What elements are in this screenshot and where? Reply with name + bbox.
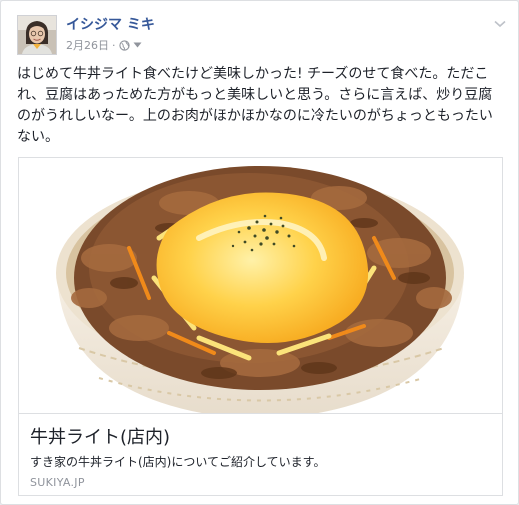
link-preview-image[interactable] xyxy=(19,158,502,413)
link-domain: SUKIYA.JP xyxy=(30,476,85,489)
chevron-down-icon[interactable] xyxy=(492,16,508,32)
link-description: すき家の牛丼ライト(店内)についてご紹介しています。 xyxy=(30,455,326,469)
author-name[interactable]: イシジマ ミキ xyxy=(66,14,155,34)
news-feed-post: イシジマ ミキ 2月26日 · はじめて牛丼ライト食べたけど美味しかった! チー… xyxy=(0,0,519,505)
link-preview-body[interactable]: 牛丼ライト(店内) すき家の牛丼ライト(店内)についてご紹介しています。 SUK… xyxy=(19,413,502,495)
audience-caret-down-icon[interactable] xyxy=(133,42,142,48)
avatar[interactable] xyxy=(17,15,57,55)
avatar-image xyxy=(18,16,56,54)
post-text: はじめて牛丼ライト食べたけど美味しかった! チーズのせて食べた。ただこれ、豆腐は… xyxy=(17,66,493,145)
gyudon-photo xyxy=(19,158,502,413)
link-preview-card[interactable]: 牛丼ライト(店内) すき家の牛丼ライト(店内)についてご紹介しています。 SUK… xyxy=(18,157,503,496)
globe-icon xyxy=(118,39,130,51)
post-meta: 2月26日 · xyxy=(66,37,142,53)
post-date[interactable]: 2月26日 xyxy=(66,37,109,53)
link-title[interactable]: 牛丼ライト(店内) xyxy=(30,427,170,449)
meta-separator: · xyxy=(112,38,116,52)
